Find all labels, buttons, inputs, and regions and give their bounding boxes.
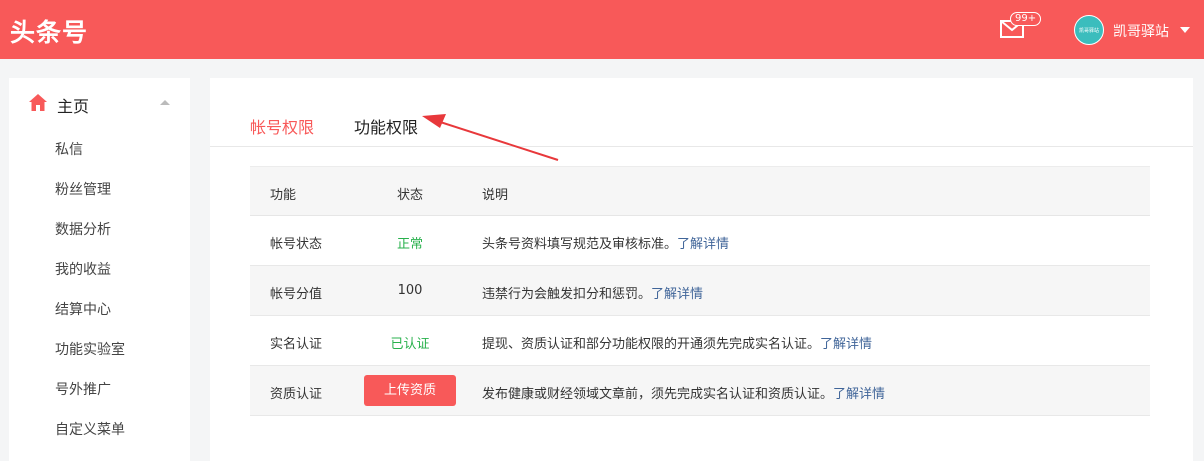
sidebar-item-label: 主页	[57, 97, 90, 116]
main-panel: 帐号权限 功能权限 功能 状态 说明 帐号状态 正常 头条号资料填写规范及审核标…	[210, 78, 1193, 461]
description-text: 头条号资料填写规范及审核标准。	[482, 237, 678, 252]
description-text: 提现、资质认证和部分功能权限的开通须先完成实名认证。	[482, 337, 821, 352]
sidebar-item-lab[interactable]: 功能实验室	[55, 339, 125, 359]
description-cell: 违禁行为会触发扣分和惩罚。了解详情	[482, 283, 703, 302]
description-text: 发布健康或财经领域文章前，须先完成实名认证和资质认证。	[482, 387, 834, 402]
upload-qualification-button[interactable]: 上传资质	[364, 375, 456, 406]
chevron-down-icon[interactable]	[1180, 27, 1190, 33]
tab-account-permissions[interactable]: 帐号权限	[250, 114, 314, 138]
description-text: 违禁行为会触发扣分和惩罚。	[482, 287, 652, 302]
avatar[interactable]: 凯哥驿站	[1074, 15, 1104, 45]
description-cell: 头条号资料填写规范及审核标准。了解详情	[482, 233, 729, 252]
sidebar: 主页 私信 粉丝管理 数据分析 我的收益 结算中心 功能实验室 号外推广 自定义…	[9, 78, 190, 461]
annotation-arrow	[422, 114, 559, 161]
sidebar-item-settlement[interactable]: 结算中心	[55, 299, 111, 319]
table-row: 资质认证 上传资质 发布健康或财经领域文章前，须先完成实名认证和资质认证。了解详…	[250, 366, 1150, 416]
feature-cell: 帐号分值	[270, 287, 323, 302]
notification-badge: 99+	[1010, 12, 1042, 26]
column-header: 功能	[270, 188, 297, 203]
logo[interactable]: 头条号	[10, 13, 88, 49]
column-header: 说明	[482, 188, 509, 203]
status-cell: 已认证	[390, 337, 430, 352]
permissions-table: 功能 状态 说明 帐号状态 正常 头条号资料填写规范及审核标准。了解详情 帐号分…	[250, 166, 1150, 416]
sidebar-item-promotion[interactable]: 号外推广	[55, 379, 111, 399]
description-cell: 提现、资质认证和部分功能权限的开通须先完成实名认证。了解详情	[482, 333, 872, 352]
learn-more-link[interactable]: 了解详情	[820, 337, 872, 352]
learn-more-link[interactable]: 了解详情	[651, 287, 703, 302]
top-bar: 头条号 99+ 凯哥驿站 凯哥驿站	[0, 0, 1204, 59]
status-cell: 正常	[396, 237, 423, 252]
description-cell: 发布健康或财经领域文章前，须先完成实名认证和资质认证。了解详情	[482, 383, 885, 402]
feature-cell: 资质认证	[270, 387, 323, 402]
sidebar-item-custom-menu[interactable]: 自定义菜单	[55, 419, 125, 439]
home-icon	[29, 94, 47, 111]
table-row: 帐号状态 正常 头条号资料填写规范及审核标准。了解详情	[250, 216, 1150, 266]
sidebar-item-analytics[interactable]: 数据分析	[55, 219, 111, 239]
chevron-up-icon[interactable]	[160, 100, 170, 105]
column-header: 状态	[396, 188, 423, 203]
learn-more-link[interactable]: 了解详情	[833, 387, 885, 402]
username[interactable]: 凯哥驿站	[1113, 21, 1169, 41]
tab-function-permissions[interactable]: 功能权限	[354, 114, 418, 138]
feature-cell: 帐号状态	[270, 237, 323, 252]
learn-more-link[interactable]: 了解详情	[677, 237, 729, 252]
table-row: 实名认证 已认证 提现、资质认证和部分功能权限的开通须先完成实名认证。了解详情	[250, 316, 1150, 366]
sidebar-item-messages[interactable]: 私信	[55, 139, 83, 159]
tab-divider	[210, 146, 1193, 147]
status-cell: 100	[397, 283, 423, 298]
sidebar-item-earnings[interactable]: 我的收益	[55, 259, 111, 279]
table-header: 功能 状态 说明	[250, 166, 1150, 216]
sidebar-item-home[interactable]: 主页	[29, 92, 179, 116]
avatar-text: 凯哥驿站	[1078, 27, 1099, 34]
sidebar-item-fans[interactable]: 粉丝管理	[55, 179, 111, 199]
table-row: 帐号分值 100 违禁行为会触发扣分和惩罚。了解详情	[250, 266, 1150, 316]
feature-cell: 实名认证	[270, 337, 323, 352]
